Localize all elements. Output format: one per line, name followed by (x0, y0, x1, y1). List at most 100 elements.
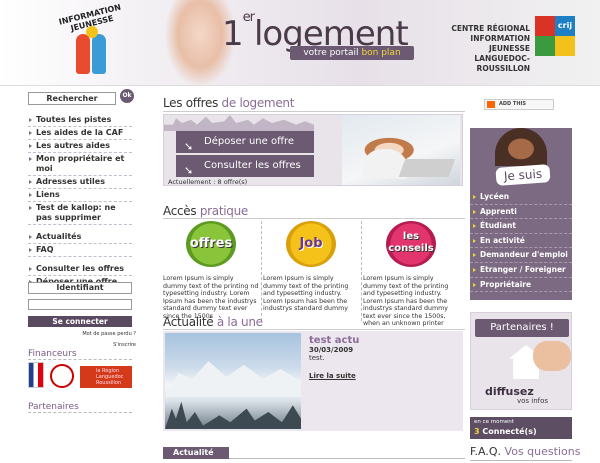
tagline-main: votre portail (303, 48, 359, 58)
nav-item-test-kallop[interactable]: Test de kallop: ne pas supprimer (28, 202, 132, 225)
connect-button[interactable]: Se connecter (28, 316, 132, 327)
offres-heading-accent: de logement (221, 96, 295, 110)
actualite-title: test actu (309, 335, 360, 346)
nav-item-caf[interactable]: Les aides de la CAF (28, 127, 132, 140)
photo-trees (165, 401, 301, 429)
register-link[interactable]: S'inscrire (28, 342, 136, 349)
search-row: Rechercher Ok (28, 89, 134, 106)
nav-item-consulter-offres[interactable]: Consulter les offres (28, 263, 132, 276)
je-suis-item-etudiant[interactable]: Étudiant (470, 219, 572, 234)
financeurs-logos: la Région Languedoc Roussillon (28, 362, 134, 392)
consulter-offres-button[interactable]: ➘ Consulter les offres (176, 155, 314, 177)
actualite-heading-plain: Actualité (163, 315, 214, 329)
caf-logo[interactable] (50, 364, 74, 388)
addthis-button[interactable]: ADD THIS (484, 99, 554, 110)
login-title: Identifiant (28, 282, 132, 294)
faq-plain: F.A.Q. (470, 445, 502, 458)
je-suis-item-activite[interactable]: En activité (470, 234, 572, 249)
actualite-text: test actu 30/03/2009 test. Lire la suite (309, 335, 459, 380)
actualite-heading: Actualité à la une (163, 315, 263, 329)
acces-item-conseils[interactable]: les conseils Lorem Ipsum is simply dummy… (363, 221, 459, 327)
region-logo[interactable]: la Région Languedoc Roussillon (80, 366, 132, 388)
je-suis-item-apprenti[interactable]: Apprenti (470, 205, 572, 220)
left-nav: Toutes les pistes Les aides de la CAF Le… (28, 114, 132, 289)
photo-peaks (165, 361, 301, 397)
search-button[interactable]: Rechercher (28, 92, 116, 105)
je-suis-item-lyceen[interactable]: Lycéen (470, 190, 572, 205)
deposer-offre-button[interactable]: ➘ Déposer une offre (176, 131, 314, 153)
online-label: en ce moment (474, 419, 514, 425)
woman-laptop-photo (342, 115, 460, 185)
nav-item-pistes[interactable]: Toutes les pistes (28, 114, 132, 127)
nav-item-actualites[interactable]: Actualités (28, 231, 132, 244)
crij-logo-blue: crij (555, 16, 575, 36)
crij-logo-red (535, 16, 555, 36)
offres-heading-plain: Les offres (163, 96, 219, 110)
crij-logo-yellow (555, 36, 575, 56)
nav-item-faq[interactable]: FAQ (28, 244, 132, 257)
je-suis-title: Je suis (495, 164, 551, 186)
region-logo-text: la Région Languedoc Roussillon (96, 368, 124, 386)
acces-heading-accent: pratique (199, 204, 249, 218)
crij-logo[interactable]: crij (535, 16, 575, 56)
offres-badge: offres (186, 221, 236, 267)
faq-heading[interactable]: F.A.Q. Vos questions (470, 445, 580, 458)
je-suis-item-demandeur[interactable]: Demandeur d'emploi (470, 248, 572, 263)
separator (261, 221, 262, 321)
partenaires-title: Partenaires (28, 402, 132, 413)
login-input[interactable] (28, 299, 132, 310)
title-sup: er (242, 10, 255, 25)
actualite-summary: test. (309, 354, 325, 362)
acces-item-text: Lorem Ipsum is simply dummy text of the … (163, 275, 259, 320)
vos-infos-text: vos infos (517, 397, 549, 405)
republique-logo[interactable] (28, 362, 44, 388)
faq-line (470, 460, 572, 461)
crij-text: CENTRE RÉGIONAL INFORMATION JEUNESSE LAN… (430, 24, 530, 74)
je-suis-box: Je suis Lycéen Apprenti Étudiant En acti… (470, 128, 572, 300)
ok-button[interactable]: Ok (120, 89, 134, 103)
offres-box: ➘ Déposer une offre ➘ Consulter les offres… (163, 114, 463, 186)
forgot-password-link[interactable]: Mot de passe perdu ? (28, 331, 136, 338)
offres-heading-line (163, 111, 465, 112)
logo-dot (86, 26, 98, 38)
actualite-box: test actu 30/03/2009 test. Lire la suite (163, 331, 463, 431)
lire-la-suite-link[interactable]: Lire la suite (309, 372, 459, 380)
nav-item-adresses[interactable]: Adresses utiles (28, 176, 132, 189)
actualite-tab[interactable]: Actualité (163, 447, 229, 459)
online-users: en ce moment 3 Connecté(s) (470, 417, 572, 439)
crij-logo-green (535, 36, 555, 56)
acces-heading-line (163, 218, 465, 219)
hand-image (533, 341, 571, 371)
je-suis-item-proprietaire[interactable]: Propriétaire (470, 278, 572, 293)
acces-item-offres[interactable]: offres Lorem Ipsum is simply dummy text … (163, 221, 259, 321)
nav-item-liens[interactable]: Liens (28, 189, 132, 202)
partenaires-box[interactable]: Partenaires ! diffusez vos infos (470, 312, 572, 410)
conseils-badge: les conseils (386, 221, 436, 267)
acces-heading-plain: Accès (163, 204, 197, 218)
nav-item-autres-aides[interactable]: Les autres aides (28, 140, 132, 153)
title-prefix: 1 (222, 14, 244, 54)
consulter-label: Consulter les offres (204, 160, 301, 171)
je-suis-item-etranger[interactable]: Etranger / Foreigner (470, 263, 572, 278)
crij-line3: LANGUEDOC-ROUSSILLON (474, 54, 530, 73)
city-skyline (164, 115, 314, 131)
actualite-date: 30/03/2009 (309, 346, 354, 354)
partenaires-box-title: Partenaires ! (475, 319, 569, 337)
actualite-heading-line (163, 329, 465, 330)
page: INFORMATION JEUNESSE 1erlogement votre p… (0, 0, 600, 463)
acces-item-job[interactable]: Job Lorem Ipsum is simply dummy text of … (263, 221, 359, 321)
login-box: Identifiant Se connecter Mot de passe pe… (28, 282, 136, 349)
deposer-label: Déposer une offre (204, 136, 295, 147)
information-jeunesse-logo[interactable]: INFORMATION JEUNESSE (48, 3, 134, 80)
tagline: votre portail bon plan (290, 46, 414, 60)
crij-line1: CENTRE RÉGIONAL (451, 24, 530, 33)
actualite-tab-line (229, 458, 465, 459)
logo-i-shape (76, 34, 90, 74)
offres-heading: Les offres de logement (163, 96, 294, 110)
acces-pratique: offres Lorem Ipsum is simply dummy text … (163, 221, 463, 327)
actualite-heading-accent: à la une (216, 315, 263, 329)
nav-item-proprietaire[interactable]: Mon propriétaire et moi (28, 153, 132, 176)
online-count-number: 3 (474, 427, 480, 436)
tagline-accent: bon plan (361, 48, 401, 58)
acces-heading: Accès pratique (163, 204, 248, 218)
